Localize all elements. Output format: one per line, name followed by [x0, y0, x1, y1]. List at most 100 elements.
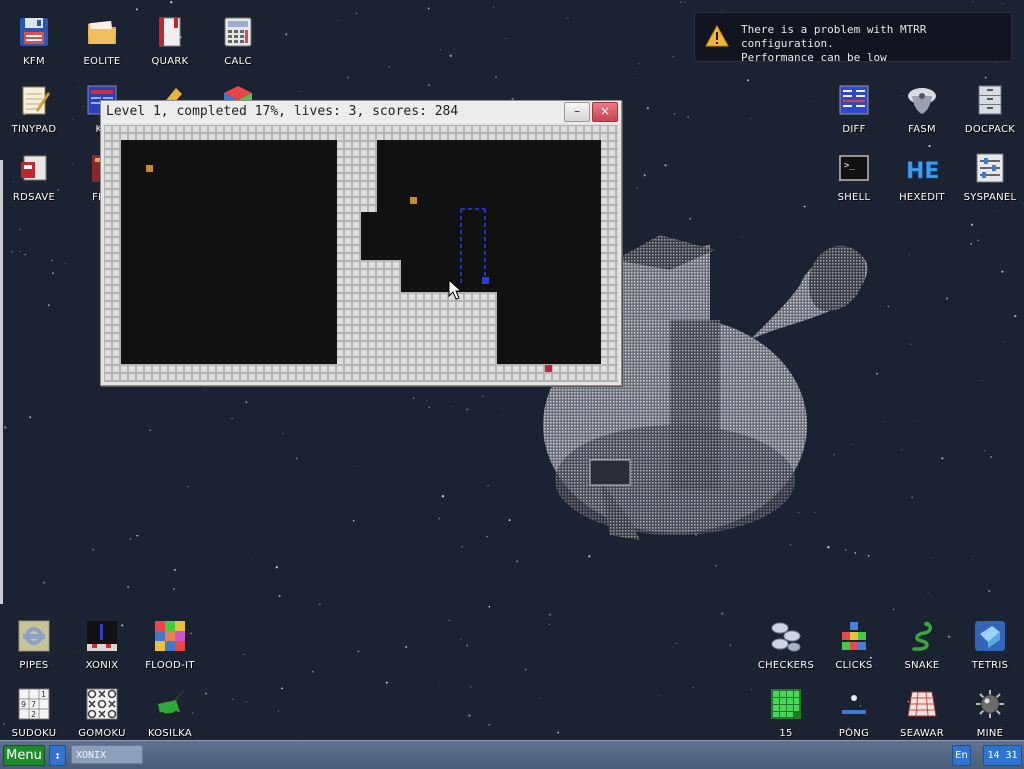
- border-enemy: [545, 365, 552, 372]
- shell-icon: >_: [839, 155, 869, 181]
- desktop-icon-label: DOCPACK: [964, 124, 1016, 135]
- language-indicator[interactable]: En: [952, 745, 971, 766]
- desktop-icon-mine[interactable]: MINE: [958, 680, 1022, 744]
- game-field[interactable]: [104, 125, 618, 382]
- syspanel-icon: [976, 153, 1004, 183]
- desktop-icon-label: FASM: [908, 124, 936, 135]
- checkers-icon: [771, 622, 801, 652]
- desktop-icon-snake[interactable]: SNAKE: [890, 612, 954, 676]
- pipes-icon: [18, 620, 50, 652]
- desktop-icon-label: 15: [779, 728, 793, 739]
- desktop-icon-tetris[interactable]: TETRIS: [958, 612, 1022, 676]
- desktop-icon-eolite[interactable]: EOLITE: [70, 8, 134, 72]
- menu-button[interactable]: Menu: [3, 745, 45, 766]
- notification-line-2: Performance can be low: [741, 51, 887, 64]
- desktop-icon-docpack[interactable]: DOCPACK: [958, 76, 1022, 140]
- snake-icon: [912, 621, 932, 651]
- desktop-icon-label: PIPES: [19, 660, 49, 671]
- desktop-icon-shell[interactable]: >_ SHELL: [822, 144, 886, 208]
- warning-icon: [705, 25, 729, 47]
- enemy-ball: [410, 197, 417, 204]
- desktop-icon-fasm[interactable]: FASM: [890, 76, 954, 140]
- flood-it-icon: [155, 621, 185, 651]
- desktop-icon-label: GOMOKU: [78, 728, 126, 739]
- gomoku-icon: [86, 688, 118, 720]
- hexedit-icon: HE: [906, 159, 938, 184]
- clicks-icon: [842, 622, 866, 650]
- notepad-icon: [22, 86, 50, 115]
- desktop-icon-label: MINE: [976, 728, 1004, 739]
- left-panel-edge: [0, 160, 3, 604]
- desktop-icon-tinypad[interactable]: TINYPAD: [2, 76, 66, 140]
- desktop-icon-label: QUARK: [151, 56, 189, 67]
- desktop-icon-diff[interactable]: DIFF: [822, 76, 886, 140]
- window-titlebar[interactable]: Level 1, completed 17%, lives: 3, scores…: [101, 101, 621, 123]
- seawar-icon: [907, 691, 937, 717]
- desktop-icon-label: SHELL: [837, 192, 871, 203]
- close-button[interactable]: ×: [592, 102, 618, 122]
- notification-line-1: There is a problem with MTRR configurati…: [741, 23, 927, 50]
- sudoku-icon: 9 71 2: [18, 688, 50, 720]
- desktop-icon-label: SYSPANEL: [963, 192, 1017, 203]
- floppy-icon: [20, 18, 48, 46]
- desktop-icon-label: EOLITE: [83, 56, 121, 67]
- svg-text:7: 7: [31, 700, 36, 709]
- desktop-icon-label: DIFF: [842, 124, 866, 135]
- svg-text:HE: HE: [906, 159, 938, 184]
- book-icon: [159, 17, 181, 47]
- desktop-icon-rdsave[interactable]: RDSAVE: [2, 144, 66, 208]
- taskbar-item-xonix[interactable]: XONIX: [71, 745, 143, 764]
- desktop-icon-label: KFM: [23, 56, 45, 67]
- desktop-icon-label: CLICKS: [835, 660, 873, 671]
- desktop-icon-kosilka[interactable]: KOSILKA: [138, 680, 202, 744]
- svg-text:>_: >_: [844, 161, 855, 171]
- rdsave-icon: [21, 155, 47, 181]
- pong-icon: [842, 695, 866, 714]
- desktop-icon-kfm[interactable]: KFM: [2, 8, 66, 72]
- desktop-icon-label: CHECKERS: [757, 660, 815, 671]
- desktop-icon-pong[interactable]: PONG: [822, 680, 886, 744]
- fasm-icon: [908, 88, 936, 114]
- diff-icon: [839, 85, 869, 115]
- desktop-icon-checkers[interactable]: CHECKERS: [754, 612, 818, 676]
- desktop-icon-flood-it[interactable]: FLOOD-IT: [138, 612, 202, 676]
- folder-icon: [88, 20, 116, 44]
- desktop-icon-label: RDSAVE: [12, 192, 56, 203]
- calculator-icon: [224, 17, 252, 47]
- tetris-icon: [975, 621, 1005, 651]
- desktop-icon-quark[interactable]: QUARK: [138, 8, 202, 72]
- player-marker: [482, 277, 489, 284]
- desktop-icon-seawar[interactable]: SEAWAR: [890, 680, 954, 744]
- desktop-icon-label: CALC: [224, 56, 252, 67]
- enemy-ball: [146, 165, 153, 172]
- desktop-icon-syspanel[interactable]: SYSPANEL: [958, 144, 1022, 208]
- fifteen-icon: [771, 689, 801, 719]
- desktop-icon-calc[interactable]: CALC: [206, 8, 270, 72]
- taskbar: Menu ↕ XONIX En 14 31: [0, 740, 1024, 769]
- desktop-icon-label: PONG: [838, 728, 870, 739]
- docpack-icon: [978, 85, 1002, 115]
- desktop-icon-hexedit[interactable]: HE HEXEDIT: [890, 144, 954, 208]
- mtrr-warning-notification[interactable]: There is a problem with MTRR configurati…: [694, 12, 1012, 64]
- desktop-icon-label: XONIX: [85, 660, 119, 671]
- desktop-icon-sudoku[interactable]: 971 2 SUDOKU: [2, 680, 66, 744]
- desktop-icon-pipes[interactable]: PIPES: [2, 612, 66, 676]
- desktop-icon-label: SEAWAR: [900, 728, 944, 739]
- xonix-window[interactable]: Level 1, completed 17%, lives: 3, scores…: [100, 100, 622, 386]
- svg-text:2: 2: [31, 710, 36, 719]
- svg-text:1: 1: [41, 690, 46, 699]
- desktop-icon-label: KOSILKA: [147, 728, 193, 739]
- desktop-icon-15[interactable]: 15: [754, 680, 818, 744]
- window-switch-button[interactable]: ↕: [49, 745, 66, 766]
- desktop-icon-label: SUDOKU: [11, 728, 57, 739]
- svg-text:9: 9: [21, 700, 26, 709]
- desktop-icon-gomoku[interactable]: GOMOKU: [70, 680, 134, 744]
- clock[interactable]: 14 31: [983, 745, 1022, 766]
- desktop-icon-clicks[interactable]: CLICKS: [822, 612, 886, 676]
- xonix-icon: [87, 621, 117, 651]
- desktop-icon-label: TINYPAD: [11, 124, 57, 135]
- mine-icon: [976, 690, 1004, 718]
- minimize-button[interactable]: –: [564, 102, 590, 122]
- desktop-icon-xonix[interactable]: XONIX: [70, 612, 134, 676]
- window-title: Level 1, completed 17%, lives: 3, scores…: [106, 104, 459, 119]
